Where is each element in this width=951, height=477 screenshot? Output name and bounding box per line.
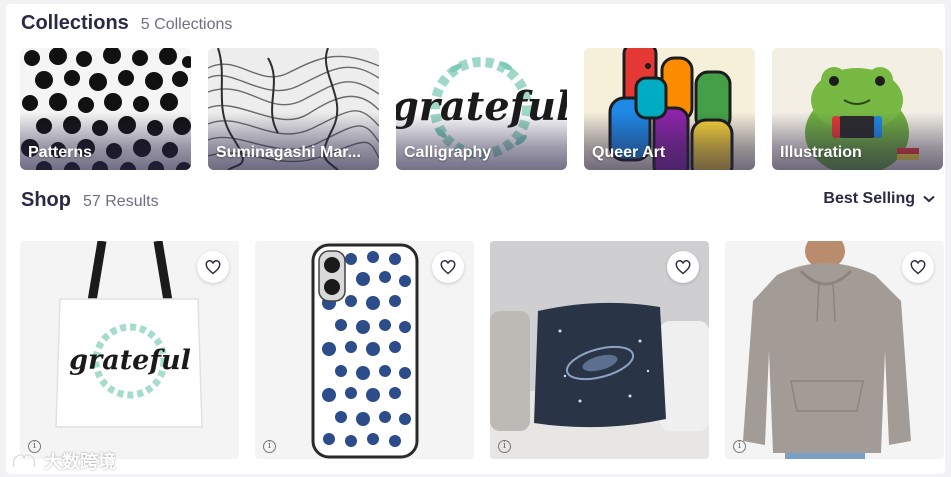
collections-count: 5 Collections	[140, 16, 233, 33]
watermark-logo-icon	[12, 453, 36, 468]
sort-label: Best Selling	[823, 190, 915, 207]
collection-card-queer-art[interactable]: Queer Art	[584, 48, 755, 170]
product-card-hoodie[interactable]: i	[725, 241, 944, 459]
collection-label: Queer Art	[592, 144, 666, 161]
collection-label: Calligraphy	[404, 144, 492, 161]
shop-title: Shop	[21, 189, 71, 211]
favorite-button[interactable]	[902, 251, 934, 283]
collections-row: Patterns Suminagashi Mar... grateful Cal…	[20, 48, 943, 170]
collection-label: Suminagashi Mar...	[216, 144, 361, 161]
shop-header: Shop 57 Results	[21, 189, 159, 212]
heart-outline-icon	[675, 259, 691, 274]
favorite-button[interactable]	[197, 251, 229, 283]
info-icon[interactable]: i	[263, 440, 276, 453]
chevron-down-icon	[923, 195, 935, 203]
watermark-text: 大数跨境	[44, 452, 116, 473]
watermark: 大数跨境	[10, 448, 116, 474]
product-card-throw-pillow[interactable]: i	[490, 241, 709, 459]
info-icon[interactable]: i	[733, 440, 746, 453]
svg-text:grateful: grateful	[69, 345, 191, 376]
product-card-phone-case[interactable]: i	[255, 241, 474, 459]
collection-label: Patterns	[28, 144, 93, 161]
heart-outline-icon	[440, 259, 456, 274]
favorite-button[interactable]	[667, 251, 699, 283]
product-grid: grateful i i i i	[20, 241, 944, 459]
heart-outline-icon	[205, 259, 221, 274]
shop-results: 57 Results	[83, 193, 159, 210]
collections-header: Collections 5 Collections	[21, 12, 232, 35]
page-frame: Collections 5 Collections Patterns Sumin…	[6, 4, 945, 474]
info-icon[interactable]: i	[498, 440, 511, 453]
collection-label: Illustration	[780, 144, 862, 161]
heart-outline-icon	[910, 259, 926, 274]
collection-card-illustration[interactable]: Illustration	[772, 48, 943, 170]
collection-card-patterns[interactable]: Patterns	[20, 48, 191, 170]
collection-card-calligraphy[interactable]: grateful Calligraphy	[396, 48, 567, 170]
favorite-button[interactable]	[432, 251, 464, 283]
sort-dropdown[interactable]: Best Selling	[823, 190, 935, 208]
collection-card-suminagashi[interactable]: Suminagashi Mar...	[208, 48, 379, 170]
product-card-tote-bag[interactable]: grateful i	[20, 241, 239, 459]
collections-title: Collections	[21, 12, 129, 34]
